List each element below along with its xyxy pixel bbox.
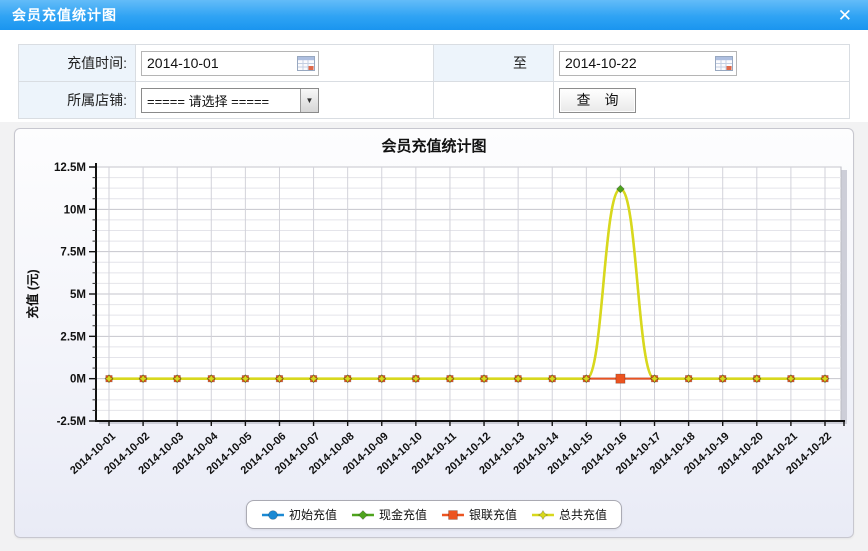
legend-label: 初始充值 bbox=[289, 506, 337, 523]
svg-text:充值 (元): 充值 (元) bbox=[25, 269, 40, 318]
legend-marker-icon bbox=[261, 509, 285, 521]
legend-marker-icon bbox=[531, 509, 555, 521]
query-button[interactable]: 查 询 bbox=[559, 88, 636, 113]
recharge-chart: 12.5M10M7.5M5M2.5M0M-2.5M2014-10-012014-… bbox=[15, 129, 853, 537]
shop-select-value: ===== 请选择 ===== bbox=[142, 91, 269, 110]
legend-label: 现金充值 bbox=[379, 506, 427, 523]
legend-marker-icon bbox=[351, 509, 375, 521]
svg-text:7.5M: 7.5M bbox=[60, 247, 86, 259]
calendar-icon[interactable] bbox=[297, 56, 315, 71]
legend-item-0[interactable]: 初始充值 bbox=[261, 506, 337, 523]
svg-text:会员充值统计图: 会员充值统计图 bbox=[381, 137, 486, 155]
shop-select[interactable]: ===== 请选择 ===== ▼ bbox=[141, 88, 319, 113]
filter-table: 充值时间: bbox=[18, 44, 850, 119]
legend-label: 总共充值 bbox=[559, 506, 607, 523]
svg-text:-2.5M: -2.5M bbox=[57, 416, 86, 428]
dialog-titlebar: 会员充值统计图 ✕ bbox=[0, 0, 868, 30]
legend-marker-icon bbox=[441, 509, 465, 521]
date-to-input[interactable] bbox=[560, 53, 708, 74]
recharge-time-label: 充值时间: bbox=[19, 45, 136, 82]
filter-form: 充值时间: bbox=[0, 30, 868, 122]
shop-label: 所属店铺: bbox=[19, 82, 136, 119]
legend-item-3[interactable]: 总共充值 bbox=[531, 506, 607, 523]
date-from-box bbox=[141, 51, 319, 76]
date-from-input[interactable] bbox=[142, 53, 290, 74]
date-to-box bbox=[559, 51, 737, 76]
svg-text:10M: 10M bbox=[64, 204, 86, 216]
close-icon[interactable]: ✕ bbox=[834, 5, 856, 26]
svg-text:5M: 5M bbox=[70, 289, 86, 301]
svg-text:12.5M: 12.5M bbox=[54, 162, 86, 174]
to-label: 至 bbox=[434, 45, 554, 82]
legend-label: 银联充值 bbox=[469, 506, 517, 523]
filter-row-shop: 所属店铺: ===== 请选择 ===== ▼ 查 询 bbox=[19, 82, 850, 119]
chevron-down-icon: ▼ bbox=[300, 89, 318, 112]
dialog-title: 会员充值统计图 bbox=[12, 5, 117, 25]
legend-item-1[interactable]: 现金充值 bbox=[351, 506, 427, 523]
calendar-icon[interactable] bbox=[715, 56, 733, 71]
legend-item-2[interactable]: 银联充值 bbox=[441, 506, 517, 523]
chart-legend: 初始充值 现金充值 银联充值 总共充值 bbox=[246, 500, 622, 529]
chart-panel: 12.5M10M7.5M5M2.5M0M-2.5M2014-10-012014-… bbox=[14, 128, 854, 538]
filter-row-dates: 充值时间: bbox=[19, 45, 850, 82]
svg-text:0M: 0M bbox=[70, 374, 86, 386]
svg-text:2.5M: 2.5M bbox=[60, 331, 86, 343]
